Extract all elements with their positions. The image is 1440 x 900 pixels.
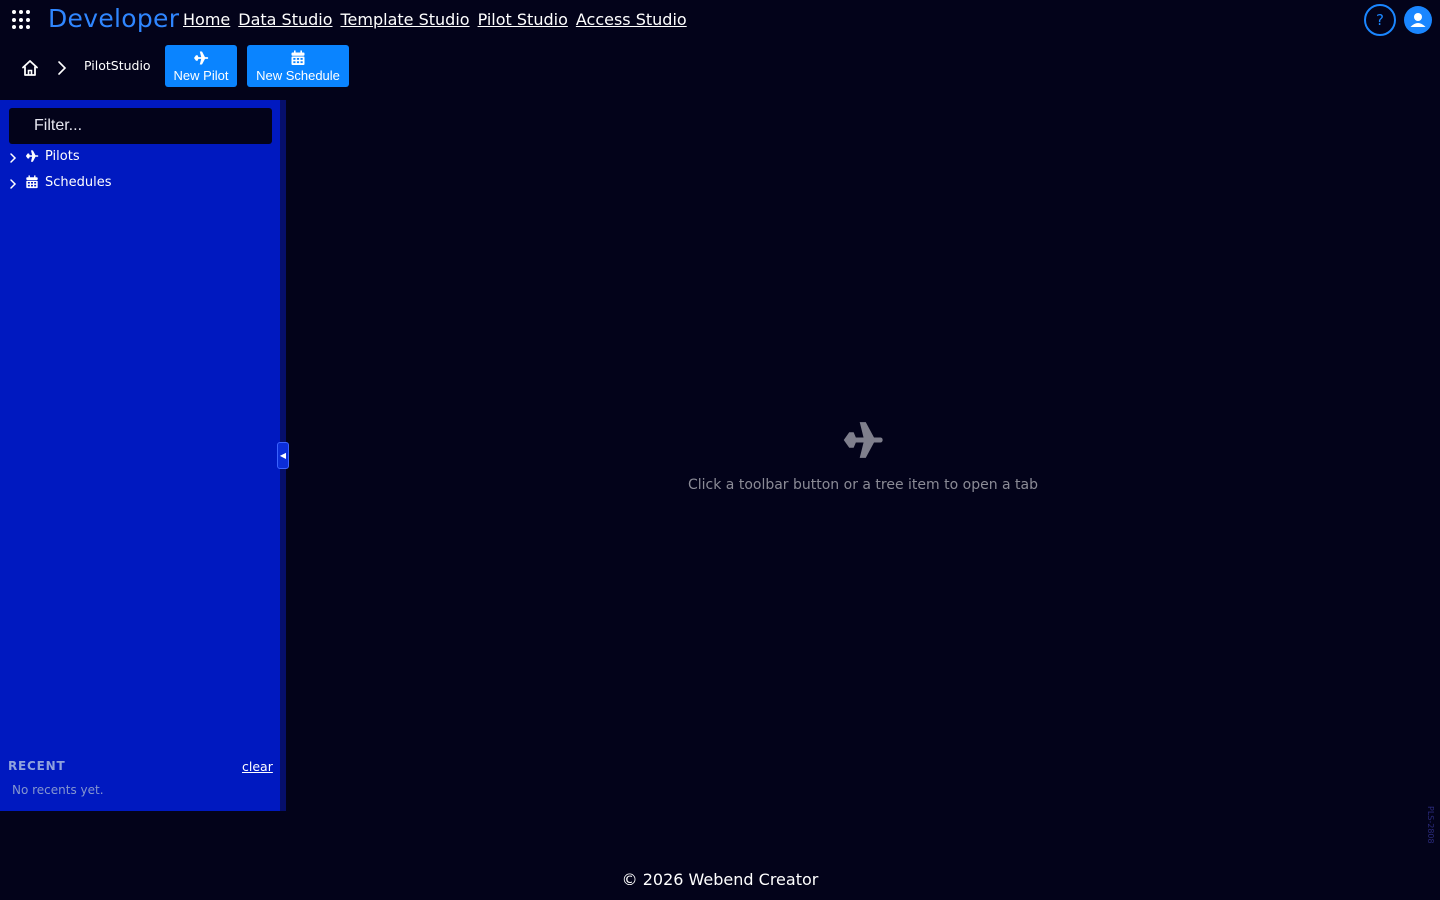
version-label: PLS-2808 [1426, 806, 1435, 844]
top-header: Developer Home Data Studio Template Stud… [0, 0, 1440, 40]
recent-clear-link[interactable]: clear [242, 759, 273, 774]
recent-empty-message: No recents yet. [12, 783, 104, 797]
nav-link-template-studio[interactable]: Template Studio [341, 10, 470, 29]
calendar-icon [291, 50, 305, 65]
chevron-right-icon[interactable] [8, 151, 18, 165]
tree-item-label: Schedules [45, 175, 112, 190]
sidebar [0, 100, 280, 811]
tree-item-schedules[interactable]: Schedules [8, 174, 268, 194]
nav-link-pilot-studio[interactable]: Pilot Studio [478, 10, 568, 29]
footer-copyright: © 2026 Webend Creator [621, 870, 819, 889]
help-button[interactable]: ? [1364, 4, 1396, 36]
nav-link-data-studio[interactable]: Data Studio [238, 10, 332, 29]
calendar-icon [26, 175, 38, 189]
top-nav: Home Data Studio Template Studio Pilot S… [183, 10, 695, 29]
user-avatar-button[interactable] [1404, 6, 1432, 34]
plane-icon [843, 422, 883, 458]
filter-input[interactable] [9, 108, 272, 144]
apps-grid-icon[interactable] [12, 10, 32, 30]
chevron-right-icon[interactable] [8, 177, 18, 191]
home-icon[interactable] [20, 58, 40, 78]
nav-link-home[interactable]: Home [183, 10, 230, 29]
recent-section-title: RECENT [8, 759, 66, 773]
breadcrumb-current: PilotStudio [84, 58, 151, 73]
plane-icon [194, 51, 209, 65]
breadcrumb-chevron-icon [58, 61, 67, 75]
nav-link-access-studio[interactable]: Access Studio [576, 10, 687, 29]
new-schedule-label: New Schedule [256, 68, 340, 83]
user-icon [1410, 13, 1426, 27]
new-pilot-button[interactable]: New Pilot [165, 45, 237, 87]
sidebar-collapse-button[interactable]: ◀ [277, 442, 289, 469]
tree-item-pilots[interactable]: Pilots [8, 148, 268, 168]
tree-item-label: Pilots [45, 149, 80, 164]
plane-icon [25, 150, 39, 162]
brand-title: Developer [48, 4, 180, 33]
new-pilot-label: New Pilot [173, 68, 229, 83]
new-schedule-button[interactable]: New Schedule [247, 45, 349, 87]
empty-state-message: Click a toolbar button or a tree item to… [687, 477, 1039, 493]
